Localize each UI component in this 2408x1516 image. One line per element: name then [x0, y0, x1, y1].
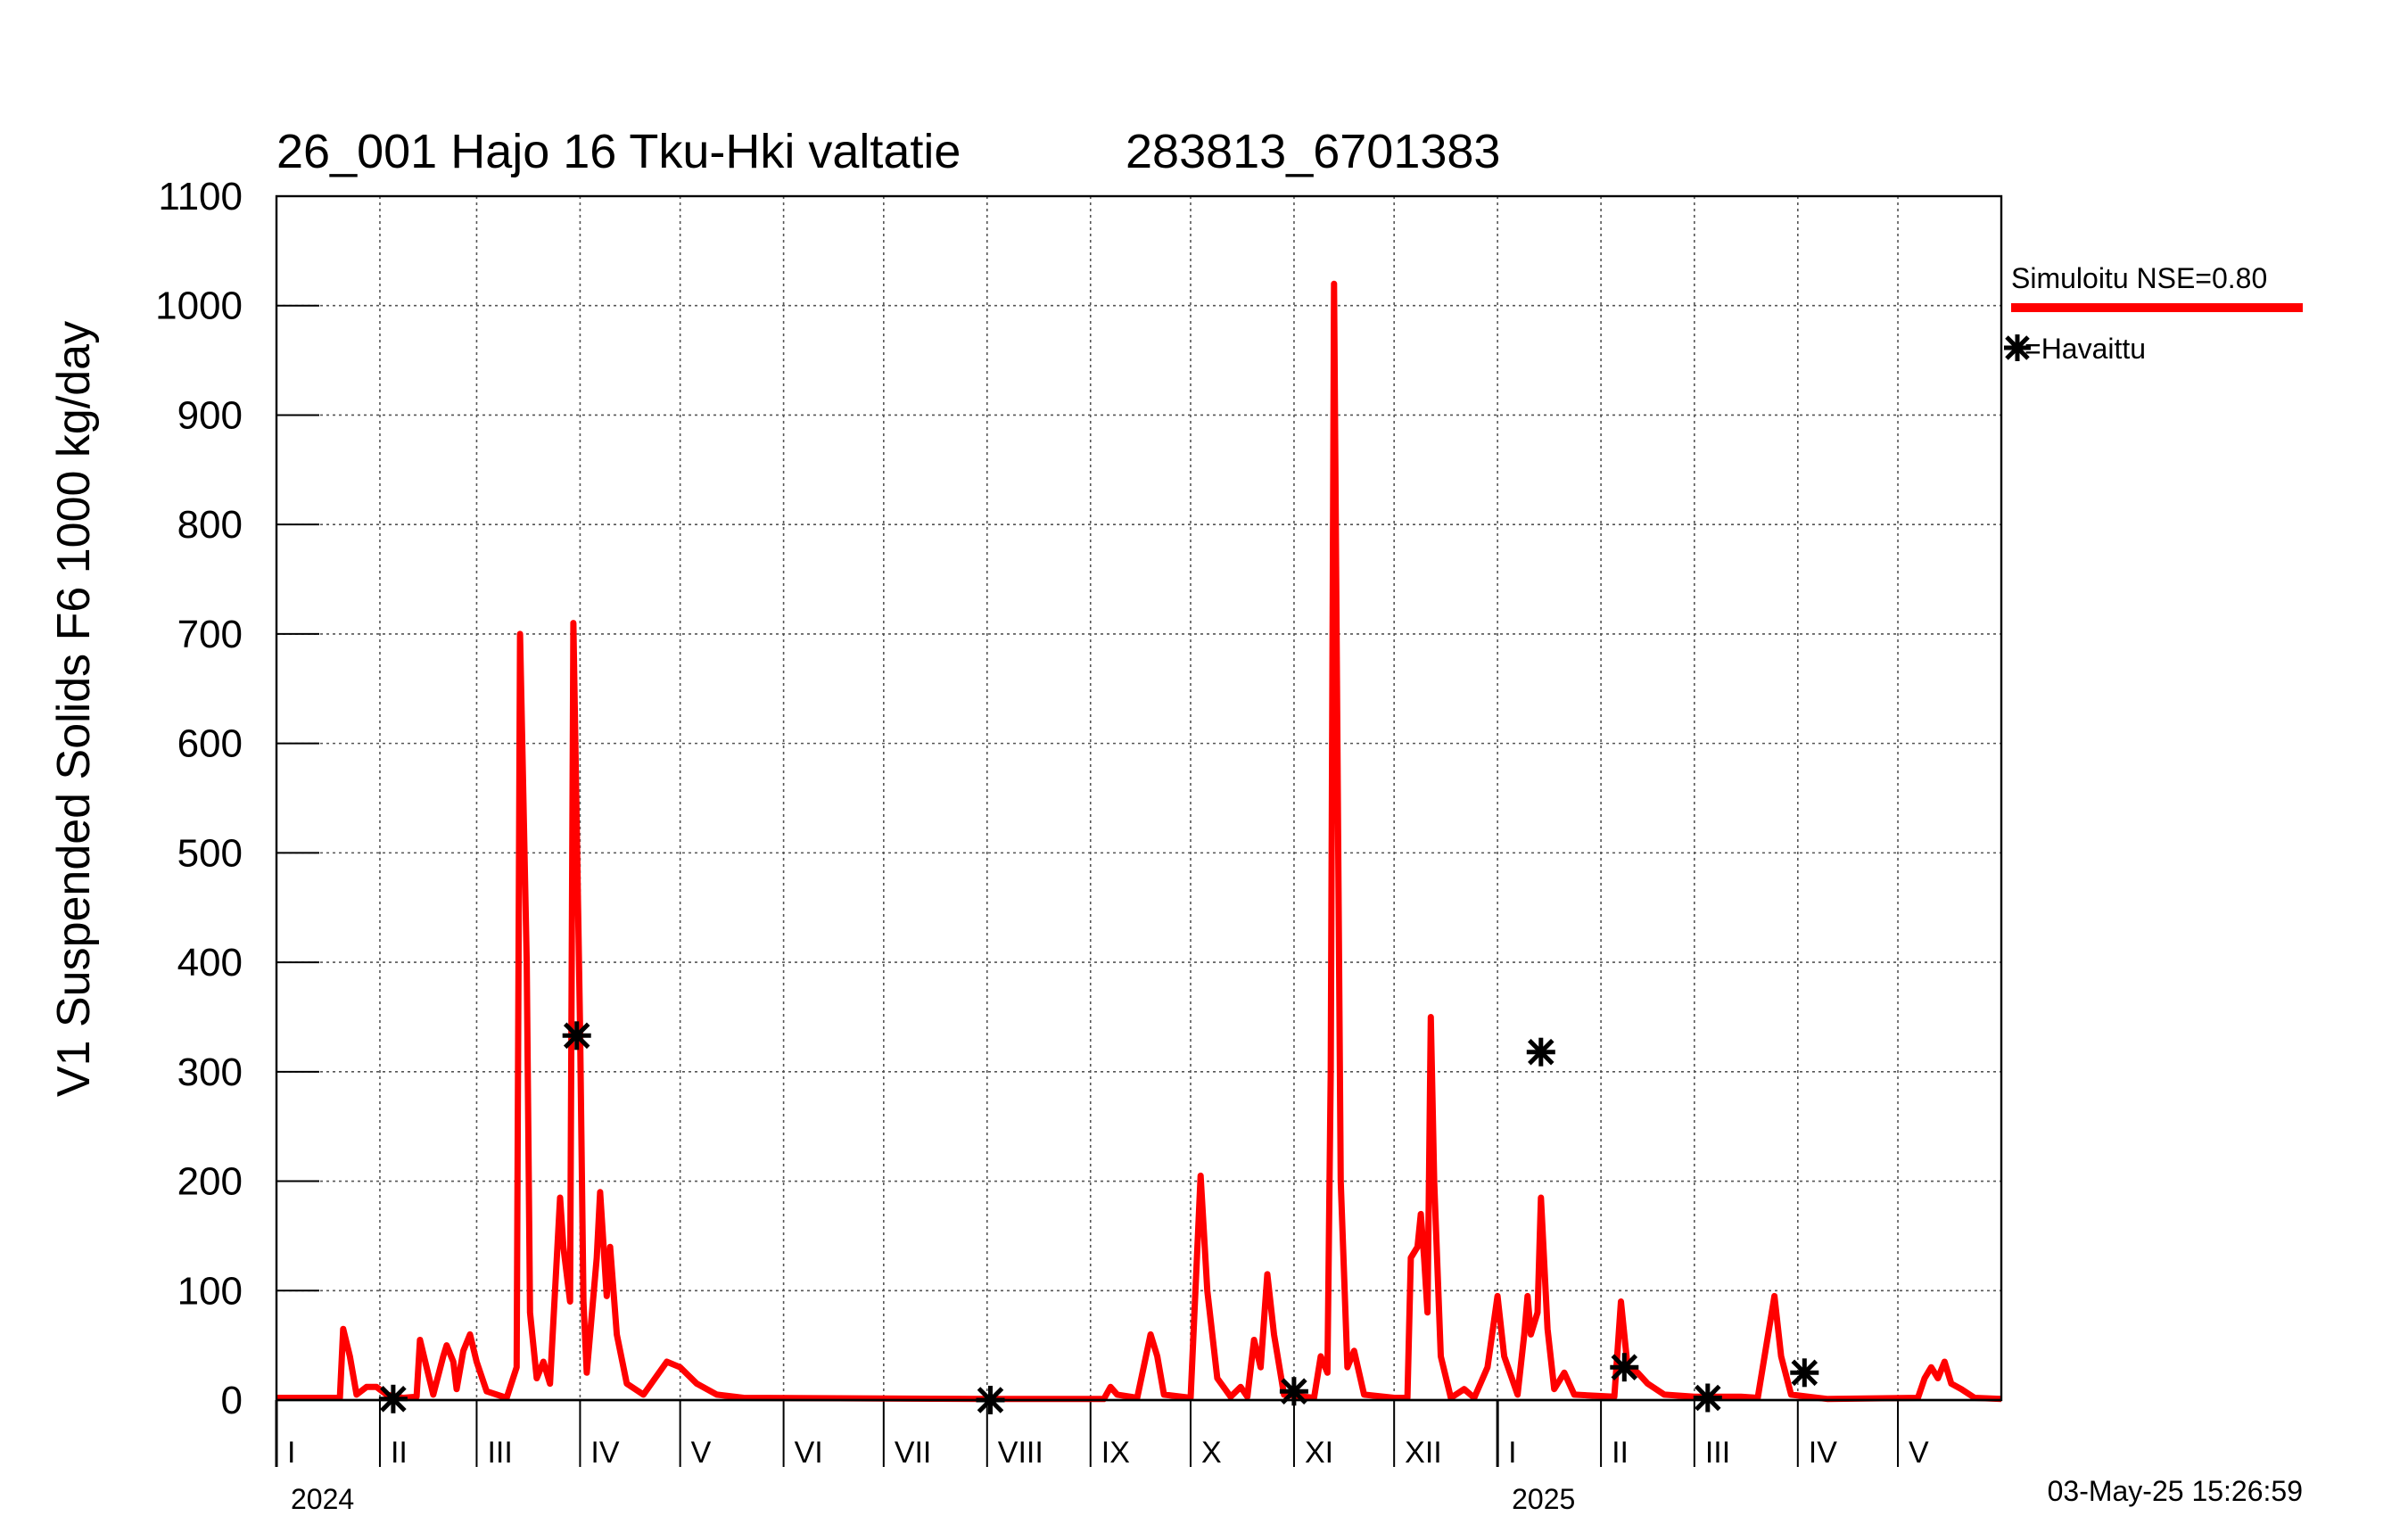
y-tick-label-6: 600: [177, 722, 243, 766]
chart-subtitle: 283813_6701383: [1126, 125, 1500, 178]
month-label-10: XI: [1305, 1436, 1333, 1470]
legend-observed-label: =Havaittu: [2025, 333, 2146, 365]
observed-point-5: [1610, 1353, 1639, 1382]
legend-simulated-label: Simuloitu NSE=0.80: [2011, 262, 2267, 294]
observed-point-3: [1279, 1377, 1308, 1406]
month-label-11: XII: [1405, 1436, 1442, 1470]
month-label-0: I: [287, 1436, 295, 1470]
y-tick-label-11: 1100: [158, 175, 243, 218]
y-tick-label-3: 300: [177, 1050, 243, 1094]
y-tick-label-2: 200: [177, 1160, 243, 1204]
year-label-1: 2025: [1512, 1483, 1575, 1515]
chart: 26_001 Hajo 16 Tku-Hki valtatie 283813_6…: [0, 0, 2408, 1516]
month-label-4: V: [691, 1436, 712, 1470]
month-label-7: VIII: [998, 1436, 1043, 1470]
month-label-3: IV: [590, 1436, 619, 1470]
observed-point-7: [1790, 1358, 1819, 1388]
month-label-2: III: [487, 1436, 512, 1470]
observed-point-6: [1693, 1383, 1722, 1413]
month-label-5: VI: [795, 1436, 823, 1470]
year-label-0: 2024: [291, 1483, 354, 1515]
month-label-6: VII: [895, 1436, 932, 1470]
month-label-8: IX: [1101, 1436, 1130, 1470]
month-label-1: II: [391, 1436, 408, 1470]
y-tick-label-7: 700: [177, 613, 243, 656]
month-label-12: I: [1508, 1436, 1516, 1470]
timestamp: 03-May-25 15:26:59: [2048, 1475, 2303, 1507]
y-tick-label-8: 800: [177, 503, 243, 547]
chart-title: 26_001 Hajo 16 Tku-Hki valtatie: [276, 125, 961, 178]
y-tick-label-10: 1000: [155, 284, 243, 328]
y-tick-label-5: 500: [177, 831, 243, 875]
month-label-15: IV: [1809, 1436, 1837, 1470]
y-tick-label-9: 900: [177, 393, 243, 437]
month-label-16: V: [1909, 1436, 1929, 1470]
month-label-13: II: [1612, 1436, 1629, 1470]
y-tick-label-1: 100: [177, 1269, 243, 1313]
observed-point-4: [1526, 1037, 1555, 1067]
month-label-14: III: [1705, 1436, 1730, 1470]
month-label-9: X: [1201, 1436, 1222, 1470]
y-axis-label: V1 Suspended Solids F6 1000 kg/day: [48, 321, 100, 1097]
y-tick-label-4: 400: [177, 941, 243, 985]
observed-point-1: [562, 1021, 591, 1050]
y-tick-label-0: 0: [221, 1379, 243, 1422]
